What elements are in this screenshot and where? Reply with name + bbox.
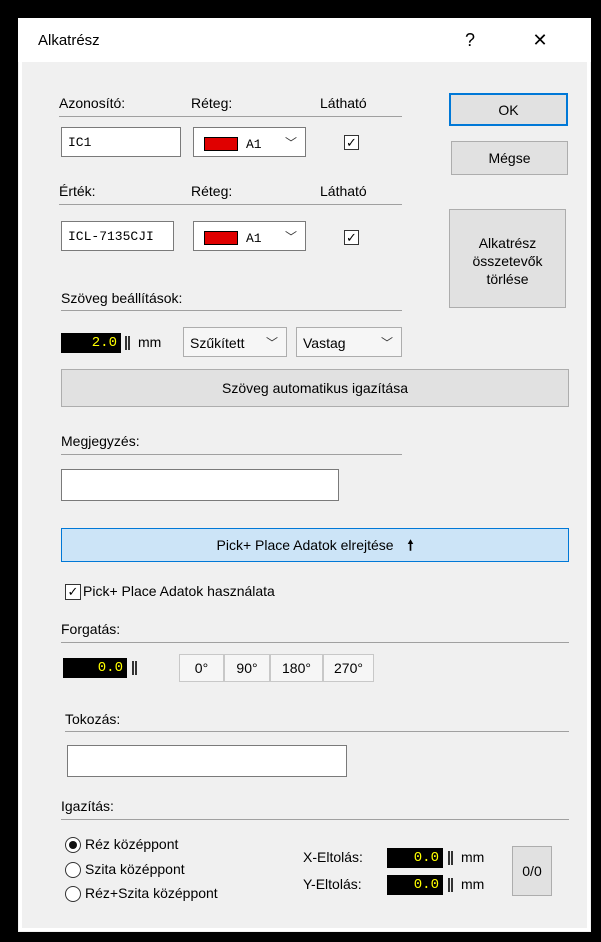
divider: [61, 819, 569, 820]
radio-copper-silk-center-label: Réz+Szita középpont: [85, 885, 218, 901]
package-input[interactable]: [67, 745, 347, 777]
ok-button[interactable]: OK: [449, 93, 568, 126]
arrow-up-icon: 🠕: [407, 537, 414, 553]
rotation-90-button[interactable]: 90°: [224, 654, 270, 682]
layer-value-2: A1: [246, 231, 262, 246]
radio-silk-center[interactable]: [65, 862, 81, 878]
visible-checkbox-2[interactable]: ✓: [344, 230, 359, 245]
divider: [59, 116, 402, 117]
divider: [59, 204, 402, 205]
text-settings-label: Szöveg beállítások:: [61, 290, 183, 306]
comment-label: Megjegyzés:: [61, 433, 140, 449]
divider: [65, 731, 569, 732]
layer-value-1: A1: [246, 137, 262, 152]
chevron-down-icon: ﹀: [265, 336, 278, 350]
radio-copper-center[interactable]: [65, 837, 81, 853]
rotation-label: Forgatás:: [61, 621, 121, 637]
divider: [61, 642, 569, 643]
pick-place-use-label: Pick+ Place Adatok használata: [83, 583, 275, 599]
chevron-down-icon: ﹀: [380, 336, 393, 350]
divider: [61, 454, 402, 455]
rotation-270-button[interactable]: 270°: [323, 654, 374, 682]
y-offset-input[interactable]: 0.0: [387, 875, 443, 895]
x-offset-label: X-Eltolás:: [303, 849, 363, 865]
layer-select-2[interactable]: A1 ﹀: [193, 221, 306, 251]
x-offset-input[interactable]: 0.0: [387, 848, 443, 868]
text-size-unit: mm: [138, 334, 162, 350]
y-offset-unit: mm: [461, 876, 485, 892]
visible-checkbox-1[interactable]: ✓: [344, 135, 359, 150]
text-width-value: Szűkített: [190, 335, 245, 351]
layer-label-1: Réteg:: [191, 95, 233, 111]
text-width-select[interactable]: Szűkített ﹀: [183, 327, 287, 357]
chevron-down-icon: ﹀: [284, 136, 297, 150]
radio-silk-center-label: Szita középpont: [85, 861, 185, 877]
close-icon[interactable]: ✕: [520, 26, 560, 54]
pick-place-hide-label: Pick+ Place Adatok elrejtése: [216, 537, 394, 553]
rotation-180-button[interactable]: 180°: [270, 654, 323, 682]
text-size-spinner[interactable]: [125, 336, 130, 350]
pick-place-toggle-button[interactable]: Pick+ Place Adatok elrejtése 🠕: [61, 528, 569, 562]
layer-color-swatch: [204, 137, 238, 151]
text-weight-select[interactable]: Vastag ﹀: [296, 327, 402, 357]
rotation-input[interactable]: 0.0: [63, 658, 127, 678]
layer-label-2: Réteg:: [191, 183, 233, 199]
rotation-presets: 0° 90° 180° 270°: [179, 654, 374, 682]
layer-color-swatch: [204, 231, 238, 245]
pick-place-use-checkbox[interactable]: ✓: [65, 584, 81, 600]
comment-input[interactable]: [61, 469, 339, 501]
rotation-spinner[interactable]: [132, 661, 137, 675]
value-input[interactable]: ICL-7135CJI: [61, 221, 174, 251]
zero-offset-button[interactable]: 0/0: [512, 846, 552, 896]
x-offset-spinner[interactable]: [448, 851, 453, 865]
help-button[interactable]: ?: [450, 26, 490, 54]
dialog-title: Alkatrész: [38, 32, 100, 49]
text-weight-value: Vastag: [303, 335, 346, 351]
package-label: Tokozás:: [65, 711, 121, 727]
visible-label-1: Látható: [320, 95, 367, 111]
x-offset-unit: mm: [461, 849, 485, 865]
y-offset-label: Y-Eltolás:: [303, 876, 362, 892]
chevron-down-icon: ﹀: [284, 230, 297, 244]
visible-label-2: Látható: [320, 183, 367, 199]
title-bar: Alkatrész ? ✕: [18, 18, 591, 62]
rotation-0-button[interactable]: 0°: [179, 654, 224, 682]
alignment-label: Igazítás:: [61, 798, 114, 814]
divider: [61, 310, 402, 311]
value-label: Érték:: [59, 183, 96, 199]
part-dialog: Alkatrész ? ✕ Azonosító: Réteg: Látható …: [16, 16, 593, 934]
auto-align-button[interactable]: Szöveg automatikus igazítása: [61, 369, 569, 407]
text-size-input[interactable]: 2.0: [61, 333, 121, 353]
cancel-button[interactable]: Mégse: [451, 141, 568, 175]
radio-copper-center-label: Réz középpont: [85, 836, 179, 852]
layer-select-1[interactable]: A1 ﹀: [193, 127, 306, 157]
delete-parts-button[interactable]: Alkatrész összetevők törlése: [449, 209, 566, 308]
y-offset-spinner[interactable]: [448, 878, 453, 892]
id-label: Azonosító:: [59, 95, 126, 111]
radio-copper-silk-center[interactable]: [65, 886, 81, 902]
id-input[interactable]: IC1: [61, 127, 181, 157]
